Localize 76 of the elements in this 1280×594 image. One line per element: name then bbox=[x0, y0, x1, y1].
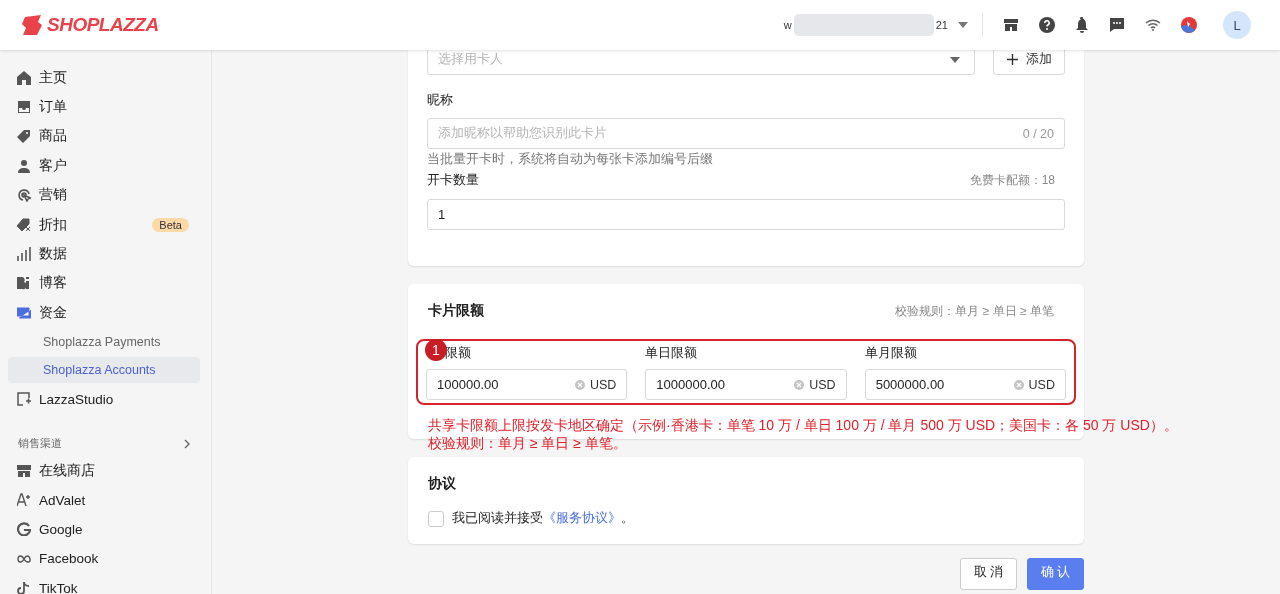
limit-field[interactable]: 1000000.00 USD bbox=[645, 369, 847, 400]
agreement-text: 我已阅读并接受《服务协议》。 bbox=[452, 510, 634, 527]
nav-item[interactable]: 折扣 Beta bbox=[0, 209, 211, 240]
nav-item[interactable]: 资金 bbox=[0, 298, 211, 328]
channel-item[interactable]: AdValet bbox=[0, 485, 211, 515]
bell-icon[interactable] bbox=[1075, 17, 1089, 33]
logo-icon bbox=[21, 14, 43, 36]
wifi-icon[interactable] bbox=[1145, 19, 1161, 31]
channel-item[interactable]: 在线商店 bbox=[0, 455, 211, 486]
field-label: 单日限额 bbox=[645, 345, 698, 362]
chat-icon[interactable] bbox=[1109, 17, 1125, 33]
store-switcher[interactable]: w 21 bbox=[783, 14, 968, 36]
confirm-button[interactable]: 确 认 bbox=[1027, 558, 1084, 590]
studio-icon bbox=[17, 392, 31, 407]
beta-badge: Beta bbox=[152, 217, 189, 232]
currency-unit: USD bbox=[1028, 377, 1055, 392]
target-icon bbox=[17, 188, 31, 203]
limit-field[interactable]: 100000.00 USD bbox=[426, 369, 628, 400]
nav-item[interactable]: 数据 bbox=[0, 239, 211, 269]
caret-icon bbox=[950, 56, 960, 63]
nav-item[interactable]: 订单 bbox=[0, 92, 211, 122]
quota-text: 免费卡配额：18 bbox=[969, 172, 1055, 189]
rule-text: 校验规则：单月 ≥ 单日 ≥ 单笔 bbox=[895, 302, 1054, 320]
tag-icon bbox=[17, 129, 31, 144]
wallet-icon bbox=[17, 305, 31, 320]
blog-icon bbox=[17, 276, 31, 291]
nav-item[interactable]: 博客 bbox=[0, 268, 211, 299]
add-button[interactable]: 添加 bbox=[993, 50, 1065, 75]
nav-item[interactable]: LazzaStudio bbox=[0, 384, 211, 414]
bars-icon bbox=[17, 247, 31, 262]
home-icon bbox=[17, 70, 31, 85]
field-label: 昵称 bbox=[427, 92, 454, 109]
nav-item[interactable]: 主页 bbox=[0, 63, 211, 93]
plus-icon bbox=[1006, 54, 1018, 65]
nav-subitem[interactable]: Shoplazza Accounts bbox=[8, 356, 200, 383]
card-title: 卡片限额 bbox=[428, 302, 484, 320]
help-icon[interactable] bbox=[1039, 17, 1055, 33]
annotation-note: 校验规则：单月 ≥ 单日 ≥ 单笔。 bbox=[428, 434, 628, 452]
card-title: 协议 bbox=[428, 475, 457, 493]
store-icon[interactable] bbox=[1003, 17, 1019, 33]
currency-unit: USD bbox=[809, 377, 836, 392]
terms-link[interactable]: 《服务协议》 bbox=[543, 511, 621, 525]
channel-item[interactable]: Facebook bbox=[0, 544, 211, 574]
discount-icon bbox=[17, 217, 31, 232]
channel-item[interactable]: Google bbox=[0, 514, 211, 545]
person-icon bbox=[17, 158, 31, 173]
google-icon bbox=[17, 522, 31, 537]
channel-item[interactable]: TikTok bbox=[0, 573, 211, 594]
character-counter: 0 / 20 bbox=[1022, 126, 1054, 141]
caret-icon bbox=[958, 22, 968, 28]
store-icon bbox=[17, 463, 31, 478]
quantity-field[interactable]: 1 bbox=[427, 199, 1065, 230]
annotation-number: 1 bbox=[425, 339, 447, 361]
user-avatar[interactable]: L bbox=[1223, 11, 1251, 39]
store-name-suffix: 21 bbox=[935, 19, 948, 31]
field-label: 开卡数量 bbox=[427, 172, 479, 189]
field-hint: 当批量开卡时，系统将自动为每张卡添加编号后缀 bbox=[427, 151, 714, 168]
advalet-icon bbox=[17, 493, 31, 508]
currency-unit: USD bbox=[589, 377, 617, 392]
chevron-right-icon[interactable] bbox=[184, 438, 190, 449]
nav-item[interactable]: 商品 bbox=[0, 121, 211, 152]
cancel-button[interactable]: 取 消 bbox=[960, 558, 1017, 590]
limit-field[interactable]: 5000000.00 USD bbox=[864, 369, 1066, 400]
annotation-note: 共享卡限额上限按发卡地区确定（示例·香港卡：单笔 10 万 / 单日 100 万 / 单月 500 万 USD；美国卡：各 50 万 USD）。 bbox=[428, 416, 1178, 434]
inbox-icon bbox=[17, 100, 31, 115]
field-label: 单月限额 bbox=[864, 345, 917, 362]
nav-item[interactable]: 客户 bbox=[0, 151, 211, 181]
field-label: 限额 bbox=[445, 345, 471, 362]
section-title: 销售渠道 bbox=[18, 436, 62, 452]
nav-item[interactable]: 营销 bbox=[0, 180, 211, 210]
nav-subitem[interactable]: Shoplazza Payments bbox=[8, 329, 200, 356]
store-name: w bbox=[783, 19, 792, 31]
logo-wordmark: SHOPLAZZA bbox=[47, 14, 159, 36]
agreement-checkbox[interactable] bbox=[428, 510, 444, 527]
tiktok-icon bbox=[17, 581, 31, 594]
app-logo-icon[interactable] bbox=[1181, 17, 1197, 33]
